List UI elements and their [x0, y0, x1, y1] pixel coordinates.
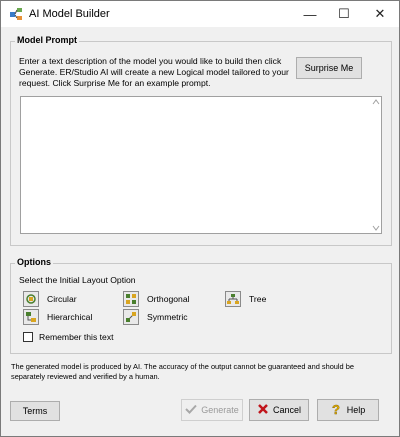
remember-label: Remember this text [39, 332, 114, 342]
app-icon [8, 6, 24, 22]
scroll-down-icon[interactable] [372, 224, 380, 232]
symmetric-layout-icon[interactable] [123, 309, 139, 325]
prompt-input[interactable] [20, 96, 382, 234]
model-prompt-label: Model Prompt [15, 35, 79, 45]
maximize-button[interactable]: ☐ [327, 1, 361, 27]
cancel-label: Cancel [272, 405, 301, 415]
circular-layout-icon[interactable] [23, 291, 39, 307]
layout-option-tree[interactable]: Tree [225, 291, 266, 307]
close-button[interactable]: ✕ [363, 1, 397, 27]
remember-checkbox-row[interactable]: Remember this text [23, 332, 114, 342]
layout-caption: Select the Initial Layout Option [19, 275, 136, 285]
title-bar[interactable]: AI Model Builder — ☐ ✕ [1, 1, 399, 27]
options-label: Options [15, 257, 53, 267]
remember-checkbox[interactable] [23, 332, 33, 342]
cancel-button[interactable]: Cancel [249, 399, 309, 421]
scroll-up-icon[interactable] [372, 98, 380, 106]
generate-button[interactable]: Generate [181, 399, 243, 421]
orthogonal-layout-icon[interactable] [123, 291, 139, 307]
orthogonal-label: Orthogonal [147, 294, 190, 304]
cancel-x-icon [257, 403, 269, 417]
symmetric-label: Symmetric [147, 312, 188, 322]
hierarchical-label: Hierarchical [47, 312, 93, 322]
close-icon: ✕ [374, 6, 386, 21]
prompt-scrollbar[interactable] [370, 97, 381, 233]
layout-option-circular[interactable]: Circular [23, 291, 77, 307]
svg-text:?: ? [332, 402, 340, 416]
options-group: Options Select the Initial Layout Option… [10, 257, 392, 354]
model-prompt-group: Model Prompt Enter a text description of… [10, 35, 392, 246]
layout-option-orthogonal[interactable]: Orthogonal [123, 291, 190, 307]
checkmark-icon [185, 404, 197, 416]
minimize-icon: — [303, 6, 317, 22]
maximize-icon: ☐ [338, 6, 350, 21]
dialog-window: AI Model Builder — ☐ ✕ Model Prompt Ente… [0, 0, 400, 437]
circular-label: Circular [47, 294, 77, 304]
window-title: AI Model Builder [29, 8, 110, 20]
layout-option-symmetric[interactable]: Symmetric [123, 309, 188, 325]
ai-disclaimer: The generated model is produced by AI. T… [11, 362, 354, 381]
terms-label: Terms [22, 406, 48, 416]
surprise-me-button[interactable]: Surprise Me [296, 57, 362, 79]
hierarchical-layout-icon[interactable] [23, 309, 39, 325]
minimize-button[interactable]: — [293, 1, 327, 27]
terms-button[interactable]: Terms [10, 401, 60, 421]
tree-label: Tree [249, 294, 267, 304]
prompt-description: Enter a text description of the model yo… [19, 56, 289, 88]
help-label: Help [346, 405, 366, 415]
tree-layout-icon[interactable] [225, 291, 241, 307]
help-button[interactable]: ? Help [317, 399, 379, 421]
generate-label: Generate [201, 405, 239, 415]
layout-option-hierarchical[interactable]: Hierarchical [23, 309, 92, 325]
question-mark-icon: ? [331, 402, 343, 418]
